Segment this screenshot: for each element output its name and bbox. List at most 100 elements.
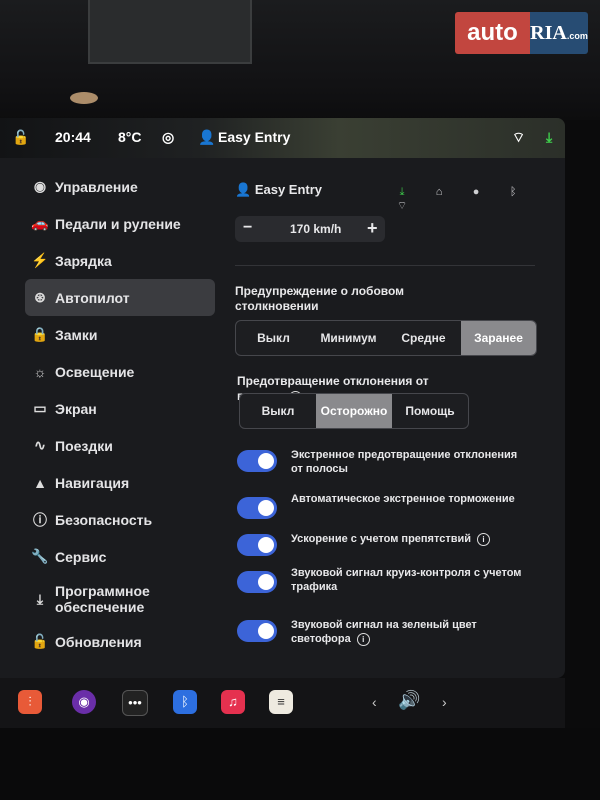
- sidebar-item-service[interactable]: 🔧 Сервис: [25, 538, 215, 575]
- sidebar-item-trips[interactable]: ∿ Поездки: [25, 427, 215, 464]
- lane-option-off[interactable]: Выкл: [240, 394, 316, 428]
- toggle-label: Экстренное предотвращение отклонения от …: [291, 449, 518, 475]
- wifi-icon: ⌔: [512, 129, 526, 145]
- background-light: [70, 92, 98, 104]
- sidebar-item-label: Безопасность: [55, 511, 153, 528]
- info-icon[interactable]: i: [477, 533, 491, 546]
- info-icon[interactable]: i: [356, 633, 370, 646]
- speed-value: 170 km/h: [290, 222, 342, 236]
- sidebar-item-label: Замки: [55, 326, 98, 343]
- sidebar-item-locks[interactable]: 🔒 Замки: [25, 316, 215, 353]
- home-icon[interactable]: ⌂: [422, 186, 456, 198]
- navigation-icon: ▲: [33, 474, 47, 491]
- toggle-label: Автоматическое экстренное торможение: [291, 493, 515, 505]
- camera-icon[interactable]: ◎: [162, 129, 174, 146]
- unlock-icon[interactable]: 🔓: [12, 129, 29, 146]
- sidebar-item-autopilot[interactable]: ⊛ Автопилот: [25, 279, 215, 316]
- steering-wheel-icon: ⊛: [34, 289, 46, 305]
- audio-app-icon[interactable]: ⫶: [18, 690, 42, 714]
- logo-ria-sub: .com: [566, 31, 588, 41]
- more-apps-icon[interactable]: •••: [122, 690, 148, 716]
- status-bar: 🔓 20:44 8°C ◎ 👤 Easy Entry ⌔ ⤓: [0, 118, 565, 158]
- header-icons: ⤓ ⌂ ● ᛒ ⌔: [385, 186, 555, 213]
- sidebar-item-navigation[interactable]: ▲ Навигация: [25, 464, 215, 501]
- decrease-speed-button[interactable]: −: [243, 219, 252, 237]
- logo-ria: RIA.com: [530, 12, 588, 54]
- toggle-knob: [258, 500, 274, 516]
- collision-option-medium[interactable]: Средне: [386, 321, 461, 355]
- lock-icon: 🔒: [31, 326, 49, 342]
- wifi-icon[interactable]: ⌔: [385, 199, 419, 213]
- sidebar-item-display[interactable]: ▭ Экран: [25, 390, 215, 427]
- download-icon[interactable]: ⤓: [385, 186, 419, 199]
- toggle-knob: [258, 574, 274, 590]
- sidebar-item-safety[interactable]: ⓘ Безопасность: [25, 501, 215, 538]
- sidebar-item-label: Освещение: [55, 363, 135, 380]
- bluetooth-icon[interactable]: ᛒ: [496, 186, 530, 198]
- bell-icon[interactable]: ●: [459, 186, 493, 198]
- camera-app-icon[interactable]: ◉: [72, 690, 96, 714]
- collision-option-off[interactable]: Выкл: [236, 321, 311, 355]
- music-app-icon[interactable]: ♫: [221, 690, 245, 714]
- logo-auto: auto: [455, 12, 530, 54]
- emergency-braking-toggle[interactable]: [237, 497, 277, 519]
- toggle-label-with-info: Звуковой сигнал на зеленый цвет светофор…: [291, 618, 531, 646]
- settings-sidebar: ◉ Управление 🚗 Педали и руление ⚡ Зарядка ⊛…: [25, 168, 215, 660]
- emergency-lane-toggle[interactable]: [237, 450, 277, 472]
- lane-option-assist[interactable]: Помощь: [392, 394, 468, 428]
- bag-icon: 🔓: [31, 633, 49, 649]
- clock: 20:44: [55, 129, 91, 145]
- sidebar-item-updates[interactable]: 🔓 Обновления: [25, 623, 215, 660]
- sidebar-item-label: Программное обеспечение: [55, 583, 150, 615]
- sidebar-item-label: Сервис: [55, 548, 107, 565]
- toggle-label: Ускорение с учетом препятствий: [291, 533, 472, 545]
- bolt-icon: ⚡: [31, 252, 49, 268]
- sidebar-item-label: Поездки: [55, 437, 113, 454]
- speed-limit-stepper: − 170 km/h +: [235, 216, 385, 242]
- logo-ria-text: RIA: [530, 22, 567, 44]
- sidebar-item-software[interactable]: ⤓ Программное обеспечение: [25, 575, 215, 623]
- lane-option-cautious[interactable]: Осторожно: [316, 394, 392, 428]
- status-profile-name[interactable]: Easy Entry: [218, 129, 290, 145]
- chevron-left-icon[interactable]: ‹: [372, 694, 377, 710]
- collision-option-minimum[interactable]: Минимум: [311, 321, 386, 355]
- notes-app-icon[interactable]: ≡: [269, 690, 293, 714]
- bluetooth-app-icon[interactable]: ᛒ: [173, 690, 197, 714]
- sidebar-item-controls[interactable]: ◉ Управление: [25, 168, 215, 205]
- increase-speed-button[interactable]: +: [367, 218, 378, 239]
- profile-name: Easy Entry: [254, 182, 323, 197]
- toggle-label-with-info: Ускорение с учетом препятствий i: [291, 532, 531, 546]
- taskbar: ⫶ ◉ ••• ᛒ ♫ ≡ ‹ 🔊 ›: [0, 678, 565, 728]
- toggle-knob: [258, 453, 274, 469]
- profile-icon[interactable]: 👤: [198, 129, 215, 146]
- divider: [235, 265, 535, 266]
- wrench-icon: 🔧: [31, 548, 49, 564]
- background-panel: [88, 0, 252, 64]
- lane-departure-selector: Выкл Осторожно Помощь: [239, 393, 469, 429]
- sun-icon: ☼: [33, 363, 47, 380]
- sidebar-item-label: Управление: [55, 178, 138, 195]
- sidebar-item-lighting[interactable]: ☼ Освещение: [25, 353, 215, 390]
- sidebar-item-label: Экран: [55, 400, 97, 417]
- sidebar-item-pedals[interactable]: 🚗 Педали и руление: [25, 205, 215, 242]
- sidebar-item-label: Зарядка: [55, 252, 112, 269]
- download-icon[interactable]: ⤓: [546, 129, 552, 146]
- cruise-chime-toggle[interactable]: [237, 571, 277, 593]
- collision-warning-selector: Выкл Минимум Средне Заранее: [235, 320, 537, 356]
- sidebar-item-charging[interactable]: ⚡ Зарядка: [25, 242, 215, 279]
- profile-header[interactable]: 👤 Easy Entry: [235, 182, 322, 198]
- toggle-knob: [258, 623, 274, 639]
- sidebar-item-label: Педали и руление: [55, 215, 181, 232]
- toggle-icon: ◉: [33, 178, 47, 194]
- chevron-right-icon[interactable]: ›: [442, 694, 447, 710]
- safety-icon: ⓘ: [33, 511, 47, 528]
- car-icon: 🚗: [31, 215, 49, 231]
- temperature: 8°C: [118, 129, 142, 145]
- collision-option-early[interactable]: Заранее: [461, 321, 536, 355]
- green-light-chime-toggle[interactable]: [237, 620, 277, 642]
- obstacle-acceleration-toggle[interactable]: [237, 534, 277, 556]
- toggle-knob: [258, 537, 274, 553]
- volume-icon[interactable]: 🔊: [398, 690, 420, 711]
- sidebar-item-label: Навигация: [55, 474, 130, 491]
- profile-icon: 👤: [235, 182, 252, 197]
